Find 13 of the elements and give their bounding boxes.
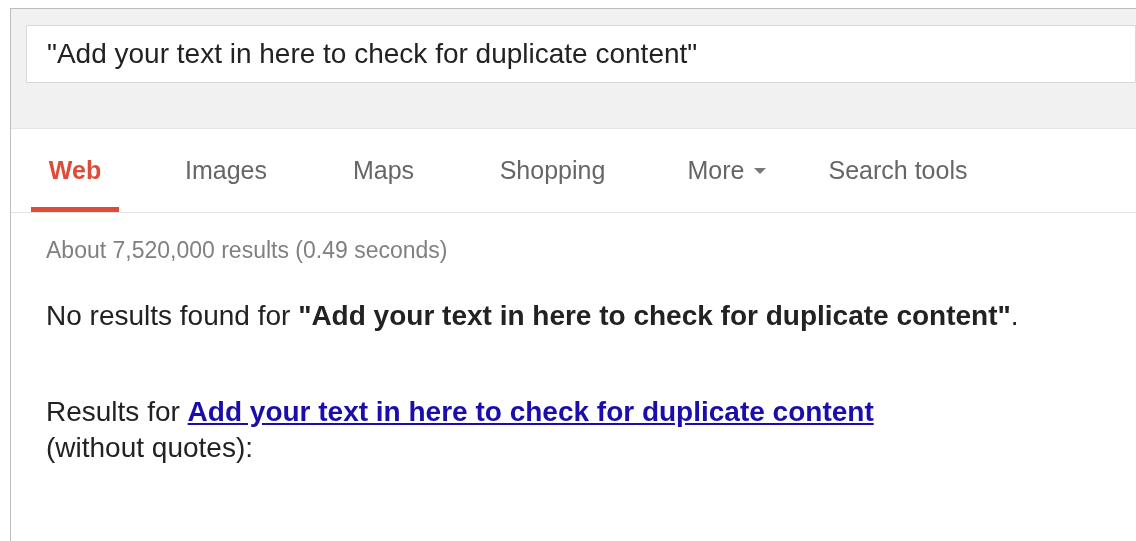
without-quotes-label: (without quotes): [46,431,253,463]
result-stats: About 7,520,000 results (0.49 seconds) [46,236,448,265]
results-for-label: Results for [46,395,180,427]
more-menu-tab[interactable]: More [656,129,798,212]
query-link[interactable]: Add your text in here to check for duplicate content [187,395,874,427]
nav-tab[interactable]: Images [149,129,303,212]
search-field[interactable]: "Add your text in here to check for duplicate content" [26,25,1136,83]
nav-tab[interactable]: Web [31,129,119,212]
caret-icon [754,167,767,174]
nav-tab[interactable]: Shopping [464,129,641,212]
nav-tab[interactable]: Search tools [813,129,983,212]
nav-tab[interactable]: Maps [318,129,449,212]
no-results-message: No results found for "Add your text in here to check for duplicate content". [46,298,1020,333]
